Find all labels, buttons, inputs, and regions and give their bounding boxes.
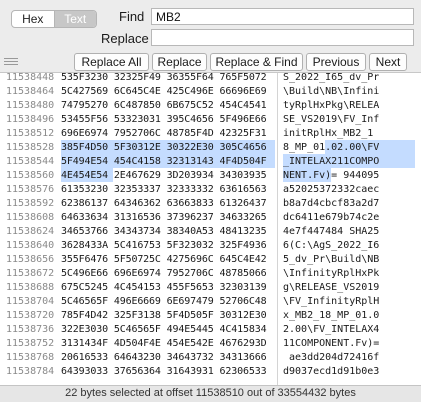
row-text[interactable]: d9037ecd1d91b0e3 bbox=[283, 364, 413, 380]
mode-segmented-control[interactable]: Hex Text bbox=[11, 10, 97, 28]
find-input[interactable]: MB2 bbox=[151, 8, 414, 25]
mode-text-option[interactable]: Text bbox=[54, 11, 96, 27]
hex-row[interactable]: 11538784 64393033 37656364 31643931 62306… bbox=[0, 364, 421, 380]
row-hex-bytes[interactable]: 64393033 37656364 31643931 62306533 bbox=[61, 364, 275, 380]
next-button[interactable]: Next bbox=[369, 53, 407, 71]
status-bar: 22 bytes selected at offset 11538510 out… bbox=[0, 385, 421, 402]
hex-grid[interactable]: 11538448 535F3230 32325F49 36355F64 765F5… bbox=[0, 73, 421, 385]
find-label: Find bbox=[119, 9, 145, 24]
previous-button[interactable]: Previous bbox=[306, 53, 366, 71]
replace-all-button[interactable]: Replace All bbox=[74, 53, 149, 71]
column-separator bbox=[277, 73, 278, 385]
resize-grip-icon[interactable] bbox=[4, 58, 18, 66]
replace-and-find-button[interactable]: Replace & Find bbox=[210, 53, 303, 71]
replace-label: Replace bbox=[101, 31, 149, 46]
mode-hex-option[interactable]: Hex bbox=[12, 11, 55, 27]
replace-input[interactable] bbox=[151, 29, 414, 46]
row-offset: 11538784 bbox=[6, 366, 55, 377]
find-replace-panel: Hex Text Find MB2 Replace Replace All Re… bbox=[0, 0, 421, 72]
replace-button[interactable]: Replace bbox=[152, 53, 207, 71]
